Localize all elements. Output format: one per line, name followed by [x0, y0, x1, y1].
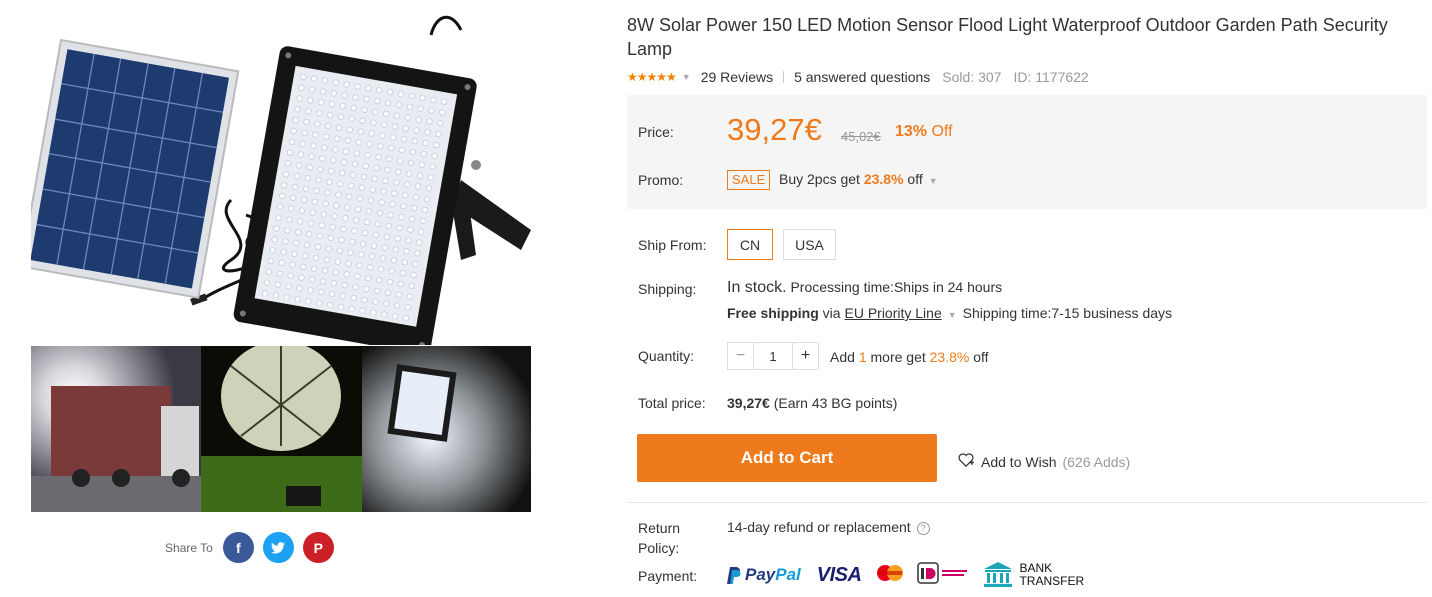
shipping-time: Shipping time:7-15 business days: [962, 305, 1173, 321]
product-meta: ★★★★★ ▼ 29 Reviews 5 answered questions …: [627, 67, 1089, 87]
pinterest-icon[interactable]: P: [302, 532, 334, 563]
payment-methods: PayPal VISA BANK TRANSFER: [727, 560, 1084, 590]
thumbnail-night-light[interactable]: [362, 346, 531, 512]
quantity-increase-button[interactable]: +: [792, 343, 818, 369]
bg-points: (Earn 43 BG points): [769, 395, 898, 411]
stock-status: In stock. Processing time:Ships in 24 ho…: [727, 279, 1002, 297]
answered-questions-link[interactable]: 5 answered questions: [794, 69, 930, 85]
qty-offer-num: 1: [858, 349, 867, 365]
promo-prefix: Buy 2pcs get: [779, 171, 864, 187]
divider: [783, 71, 785, 83]
caret-down-icon[interactable]: ▼: [682, 72, 691, 82]
in-stock: In stock.: [727, 279, 787, 296]
share-row: Share To f P: [165, 532, 334, 563]
total-price-label: Total price:: [638, 395, 706, 411]
total-price-value: 39,27€: [727, 395, 770, 411]
thumbnail-truck[interactable]: [31, 346, 201, 512]
facebook-icon[interactable]: f: [222, 532, 254, 563]
return-policy-label-line1: Return: [638, 520, 681, 536]
discount-off: Off: [931, 123, 953, 140]
qty-offer-mid: more get: [866, 349, 930, 365]
mastercard-logo: [875, 564, 905, 587]
caret-down-icon[interactable]: ▼: [948, 310, 957, 320]
quantity-label: Quantity:: [638, 348, 695, 364]
total-price: 39,27€ (Earn 43 BG points): [727, 395, 897, 411]
qty-offer-prefix: Add: [830, 349, 859, 365]
shipping-method-row: Free shipping via EU Priority Line ▼ Shipp…: [727, 305, 1172, 321]
shipping-method-select[interactable]: EU Priority Line: [844, 305, 941, 321]
free-shipping: Free shipping: [727, 305, 819, 321]
promo-offer[interactable]: Buy 2pcs get 23.8% off ▼: [779, 171, 944, 187]
price-box: Price: 39,27€ 45,02€ 13% Off Promo: SALE…: [627, 95, 1427, 209]
bank-transfer-logo: BANK TRANSFER: [983, 561, 1084, 589]
thumbnail-strip: [31, 346, 531, 512]
original-price: 45,02€: [841, 129, 881, 144]
thumbnail-plant[interactable]: [201, 346, 362, 512]
visa-logo: VISA: [816, 563, 862, 586]
section-divider: [627, 502, 1427, 503]
discount-percent: 13%: [895, 123, 928, 140]
heart-plus-icon: [957, 452, 975, 471]
return-policy-label: Return Policy:: [638, 518, 680, 558]
share-label: Share To: [165, 540, 213, 555]
ship-from-usa[interactable]: USA: [783, 229, 836, 260]
product-id: ID: 1177622: [1013, 69, 1089, 85]
add-to-cart-button[interactable]: Add to Cart: [637, 434, 937, 482]
return-policy: 14-day refund or replacement?: [727, 519, 930, 535]
ideal-logo: [917, 561, 969, 589]
wish-label: Add to Wish: [981, 453, 1057, 470]
promo-label: Promo:: [638, 172, 684, 188]
add-to-wish-button[interactable]: Add to Wish (626 Adds): [957, 452, 1130, 471]
paypal-logo: PayPal: [727, 565, 801, 585]
main-product-image[interactable]: [19, 0, 531, 355]
bank-transfer-text: BANK TRANSFER: [1019, 562, 1084, 588]
bank-line1: BANK: [1019, 561, 1053, 575]
sale-tag: SALE: [727, 170, 771, 190]
product-title: 8W Solar Power 150 LED Motion Sensor Flo…: [627, 15, 1388, 59]
payment-label: Payment:: [638, 568, 698, 584]
caret-down-icon[interactable]: ▼: [929, 176, 938, 186]
promo-suffix: off: [903, 171, 923, 187]
wish-count: (626 Adds): [1062, 453, 1131, 470]
quantity-decrease-button[interactable]: −: [728, 343, 754, 369]
quantity-stepper: − 1 +: [727, 342, 819, 370]
help-icon[interactable]: ?: [916, 521, 930, 535]
qty-offer-percent: 23.8%: [929, 349, 970, 365]
discount-badge: 13% Off: [895, 123, 953, 141]
current-price: 39,27€: [727, 112, 822, 147]
stars-rating[interactable]: ★★★★★: [627, 70, 677, 84]
qty-offer-suffix: off: [969, 349, 989, 365]
shipping-label: Shipping:: [638, 281, 697, 297]
paypal-pal: Pal: [775, 565, 801, 584]
bank-line2: TRANSFER: [1019, 574, 1085, 588]
sold-count: Sold: 307: [942, 69, 1002, 85]
quantity-offer: Add 1 more get 23.8% off: [830, 349, 989, 365]
quantity-input[interactable]: 1: [754, 343, 792, 369]
reviews-link[interactable]: 29 Reviews: [701, 69, 773, 85]
price-label: Price:: [638, 124, 674, 140]
shipping-via: via: [818, 305, 845, 321]
twitter-icon[interactable]: [262, 532, 294, 563]
processing-time: Processing time:Ships in 24 hours: [786, 279, 1003, 295]
paypal-pay: Pay: [745, 565, 776, 584]
paypal-text: PayPal: [745, 565, 801, 585]
ship-from-label: Ship From:: [638, 237, 707, 253]
promo-percent: 23.8%: [863, 171, 904, 187]
ship-from-cn[interactable]: CN: [727, 229, 773, 260]
return-policy-label-line2: Policy:: [638, 540, 680, 556]
return-policy-text: 14-day refund or replacement: [727, 519, 911, 535]
